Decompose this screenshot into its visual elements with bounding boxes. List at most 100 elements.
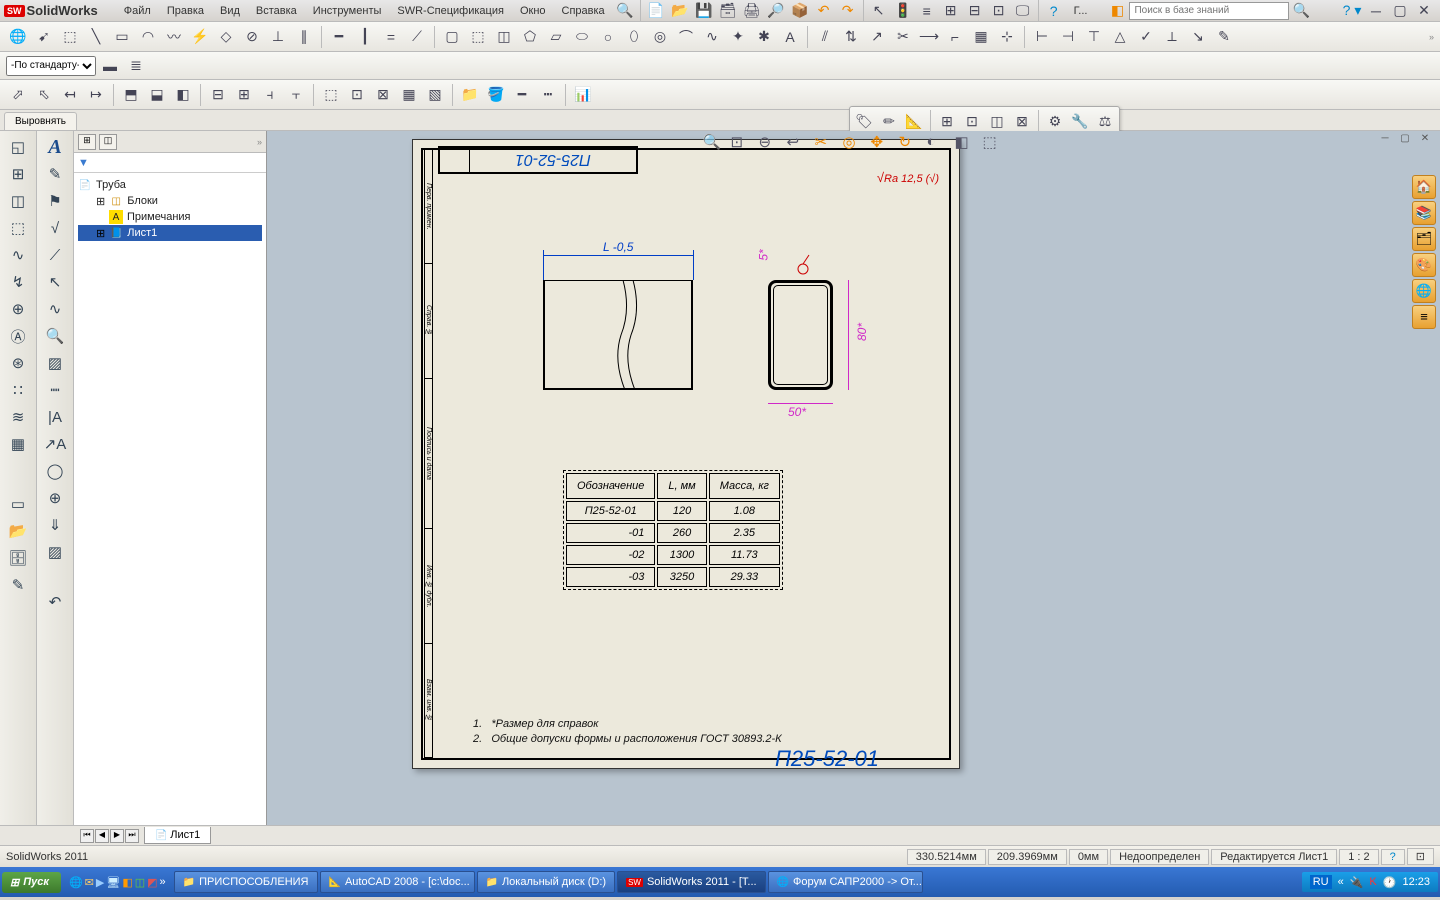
ht6-icon[interactable]: ⟂: [1160, 25, 1184, 49]
perp-icon[interactable]: ⊥: [266, 25, 290, 49]
al4-icon[interactable]: ↦: [84, 83, 108, 107]
mirror-icon[interactable]: ⇅: [839, 25, 863, 49]
tray-lang[interactable]: RU: [1310, 875, 1332, 889]
l2-line-icon[interactable]: ⟋: [41, 243, 69, 267]
al12-icon[interactable]: ⬚: [319, 83, 343, 107]
lt-p6-icon[interactable]: ∷: [4, 378, 32, 402]
trim-icon[interactable]: ⊘: [240, 25, 264, 49]
para2-icon[interactable]: ▱: [544, 25, 568, 49]
l2-weld-icon[interactable]: ↖: [41, 270, 69, 294]
offset-icon[interactable]: ⫽: [813, 25, 837, 49]
search-icon[interactable]: 🔍: [613, 0, 637, 23]
an6-icon[interactable]: ◫: [985, 109, 1009, 133]
l2-dim-icon[interactable]: ✎: [41, 162, 69, 186]
an9-icon[interactable]: 🔧: [1068, 109, 1092, 133]
lt-p1-icon[interactable]: ∿: [4, 243, 32, 267]
ht3-icon[interactable]: ⊤: [1082, 25, 1106, 49]
trim2-icon[interactable]: ✂: [891, 25, 915, 49]
bolt-icon[interactable]: ⚡: [188, 25, 212, 49]
slot-icon[interactable]: ⬭: [570, 25, 594, 49]
eraser-icon[interactable]: ◇: [214, 25, 238, 49]
open-icon[interactable]: 📂: [668, 0, 692, 23]
lt-open-icon[interactable]: 📂: [4, 519, 32, 543]
task-4[interactable]: SW SolidWorks 2011 - [T...: [617, 871, 766, 893]
start-button[interactable]: ⊞Пуск: [2, 872, 61, 893]
tp-home-icon[interactable]: 🏠: [1412, 175, 1436, 199]
rect2-icon[interactable]: ▢: [440, 25, 464, 49]
window1-icon[interactable]: ⊞: [939, 0, 963, 23]
help-label[interactable]: Г...: [1066, 2, 1096, 20]
star-icon[interactable]: ✦: [726, 25, 750, 49]
arc2-icon[interactable]: ⌒: [674, 25, 698, 49]
zoomwin-icon[interactable]: ⊡: [731, 133, 753, 155]
menu-edit[interactable]: Правка: [159, 2, 212, 20]
rectc-icon[interactable]: ◫: [492, 25, 516, 49]
vert-icon[interactable]: ┃: [353, 25, 377, 49]
new-icon[interactable]: 📄: [644, 0, 668, 23]
tree-blocks[interactable]: ⊞ ◫ Блоки: [78, 193, 262, 209]
l2-hatch-icon[interactable]: ▨: [41, 540, 69, 564]
tray-clock[interactable]: 12:23: [1402, 876, 1430, 888]
horiz-icon[interactable]: ━: [327, 25, 351, 49]
chart-icon[interactable]: 📊: [571, 83, 595, 107]
ql-3-icon[interactable]: ◩: [147, 876, 157, 889]
line1-icon[interactable]: ━: [510, 83, 534, 107]
minimize-icon[interactable]: ─: [1364, 0, 1388, 23]
ql-desktop-icon[interactable]: 🖥: [106, 876, 120, 889]
ql-1-icon[interactable]: ◧: [122, 876, 132, 889]
al15-icon[interactable]: ▦: [397, 83, 421, 107]
l2-balloon-icon[interactable]: ◯: [41, 459, 69, 483]
section-icon[interactable]: ✂: [815, 133, 837, 155]
l2-target-icon[interactable]: ⊕: [41, 486, 69, 510]
standard-combo[interactable]: -По стандарту-: [6, 56, 96, 76]
l2-spline-icon[interactable]: ∿: [41, 297, 69, 321]
lt-edit-icon[interactable]: ✎: [4, 573, 32, 597]
donut-icon[interactable]: ◎: [648, 25, 672, 49]
lt-p3-icon[interactable]: ⊕: [4, 297, 32, 321]
status-help-icon[interactable]: ?: [1381, 849, 1405, 865]
window2-icon[interactable]: ⊟: [963, 0, 987, 23]
al16-icon[interactable]: ▧: [423, 83, 447, 107]
graphics-canvas[interactable]: ─ ▢ ✕ 🔍 ⊡ ⊖ ↩ ✂ ◎ ✥ ↻ ◐ ◧ ⬚ 🏠 📚 🗂 🎨 🌐 ≡: [267, 131, 1440, 825]
sheet-first-icon[interactable]: ⏮: [80, 829, 94, 843]
display-icon[interactable]: ◐: [927, 133, 949, 155]
ht4-icon[interactable]: △: [1108, 25, 1132, 49]
annotate-a-icon[interactable]: A: [41, 135, 69, 159]
al3-icon[interactable]: ↤: [58, 83, 82, 107]
arc-icon[interactable]: ◠: [136, 25, 160, 49]
fillet-icon[interactable]: ⌐: [943, 25, 967, 49]
tree-root[interactable]: 📄 Труба: [78, 177, 262, 193]
system-tray[interactable]: RU « 🔌 K 🕐 12:23: [1302, 872, 1438, 892]
task-2[interactable]: 📐 AutoCAD 2008 - [c:\doc...: [320, 871, 475, 893]
redo-icon[interactable]: ↷: [836, 0, 860, 23]
an3-icon[interactable]: 📐: [902, 109, 926, 133]
al10-icon[interactable]: ⫞: [258, 83, 282, 107]
ht2-icon[interactable]: ⊣: [1056, 25, 1080, 49]
preview-icon[interactable]: 🔎: [764, 0, 788, 23]
sheet-tab-1[interactable]: 📄 Лист1: [144, 827, 211, 844]
l2-zoom-icon[interactable]: 🔍: [41, 324, 69, 348]
an10-icon[interactable]: ⚖: [1093, 109, 1117, 133]
ql-media-icon[interactable]: ▶: [96, 876, 104, 889]
tree-filter-input[interactable]: [93, 157, 262, 169]
l2-surf-icon[interactable]: √: [41, 216, 69, 240]
al1-icon[interactable]: ⬀: [6, 83, 30, 107]
ql-mail-icon[interactable]: ✉: [85, 876, 94, 889]
lt-ortho-icon[interactable]: ◫: [4, 189, 32, 213]
screen-icon[interactable]: 🖵: [1011, 0, 1035, 23]
al5-icon[interactable]: ⬒: [119, 83, 143, 107]
lt-diag-icon[interactable]: ⬚: [4, 216, 32, 240]
al14-icon[interactable]: ⊠: [371, 83, 395, 107]
move-icon[interactable]: ↗: [865, 25, 889, 49]
al6-icon[interactable]: ⬓: [145, 83, 169, 107]
layer-icon[interactable]: ≣: [124, 54, 148, 78]
tray-3-icon[interactable]: 🕐: [1383, 876, 1397, 889]
tp-appear-icon[interactable]: ≡: [1412, 305, 1436, 329]
bucket-icon[interactable]: 🪣: [484, 83, 508, 107]
sheet-prev-icon[interactable]: ◀: [95, 829, 109, 843]
l2-arrow-icon[interactable]: ⇓: [41, 513, 69, 537]
sheet-last-icon[interactable]: ⏭: [125, 829, 139, 843]
sheet-next-icon[interactable]: ▶: [110, 829, 124, 843]
doc-min-icon[interactable]: ─: [1376, 133, 1394, 147]
zoomout-icon[interactable]: ⊖: [759, 133, 781, 155]
